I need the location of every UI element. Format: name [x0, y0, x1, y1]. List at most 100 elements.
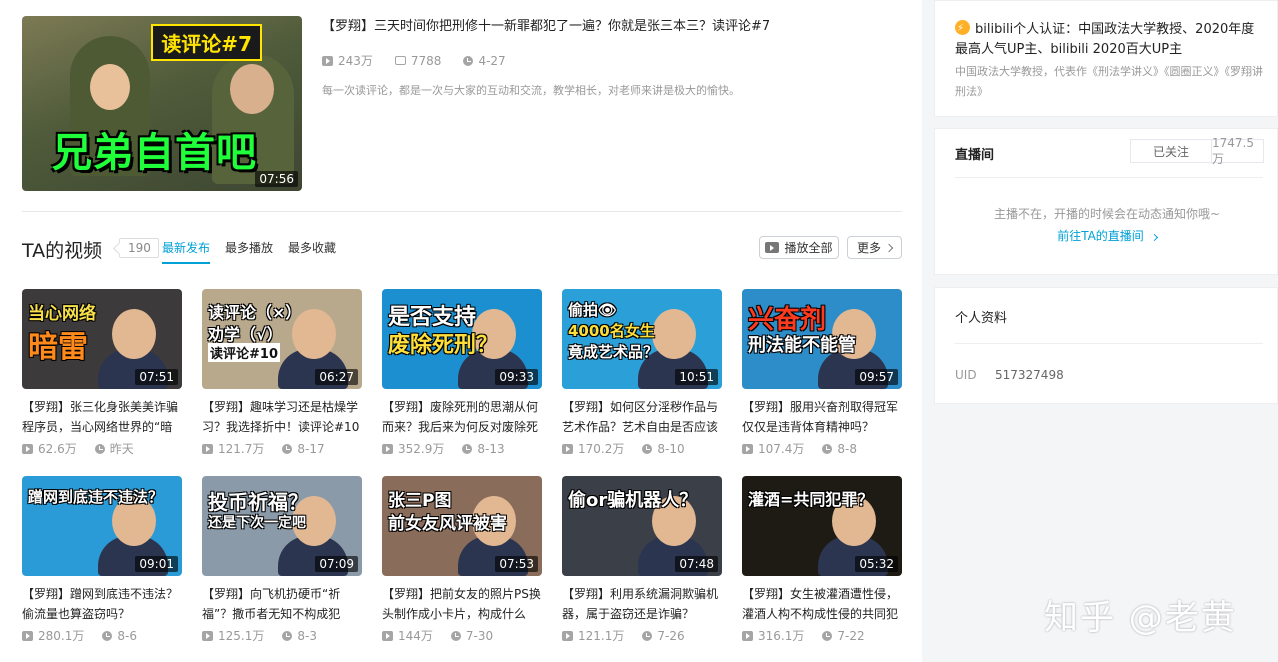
- videos-section-title: TA的视频: [22, 240, 103, 262]
- video-thumbnail[interactable]: 投币祈福？ 还是下次一定吧 07:09: [202, 476, 362, 576]
- video-title[interactable]: 【罗翔】如何区分淫秽作品与艺术作品？艺术自由是否应该有边界？: [562, 397, 722, 437]
- thumbnail-text: 刑法能不能管: [748, 335, 856, 356]
- live-room-title: 直播间: [955, 148, 995, 163]
- divider: [955, 177, 1263, 178]
- video-thumbnail[interactable]: 兴奋剂 刑法能不能管 09:57: [742, 289, 902, 389]
- thumbnail-text: 4000名女生: [568, 322, 655, 340]
- chevron-right-icon: [1150, 233, 1158, 242]
- video-title[interactable]: 【罗翔】蹭网到底违不违法？偷流量也算盗窃吗？: [22, 584, 182, 624]
- video-title[interactable]: 【罗翔】利用系统漏洞欺骗机器，属于盗窃还是诈骗？: [562, 584, 722, 624]
- video-card[interactable]: 偷or骗机器人？ 07:48 【罗翔】利用系统漏洞欺骗机器，属于盗窃还是诈骗？ 121…: [562, 476, 722, 644]
- play-all-button[interactable]: 播放全部: [759, 236, 839, 259]
- video-plays: 170.2万: [578, 442, 625, 456]
- play-count-icon: [22, 630, 33, 641]
- more-button[interactable]: 更多: [847, 236, 902, 259]
- video-date: 8-17: [297, 441, 325, 456]
- video-card[interactable]: 读评论（×） 劝学（√） 读评论#10 06:27 【罗翔】趣味学习还是枯燥学习？我选择…: [202, 289, 362, 457]
- video-title[interactable]: 【罗翔】把前女友的照片PS换头制作成小卡片，构成什么罪？: [382, 584, 542, 624]
- video-duration: 09:01: [135, 556, 178, 572]
- video-thumbnail[interactable]: 是否支持 废除死刑？ 09:33: [382, 289, 542, 389]
- video-date: 昨天: [109, 442, 134, 456]
- go-to-live-room-link[interactable]: 前往TA的直播间: [935, 227, 1278, 244]
- clock-icon: [642, 630, 653, 641]
- clock-icon: [822, 630, 833, 641]
- video-stats: 144万 7-30: [382, 627, 542, 644]
- clock-icon: [94, 443, 105, 454]
- live-offline-message: 主播不在，开播的时候会在动态通知你哦~: [993, 207, 1221, 221]
- video-stats: 121.7万 8-17: [202, 440, 362, 457]
- video-date: 8-6: [117, 628, 137, 643]
- video-plays: 280.1万: [38, 629, 85, 643]
- verified-badge-icon: [955, 19, 970, 39]
- profile-card: 个人资料 UID 517327498: [934, 287, 1278, 404]
- live-room-card: 直播间 已关注 1747.5万 主播不在，开播的时候会在动态通知你哦~ 前往TA…: [934, 128, 1278, 275]
- video-title[interactable]: 【罗翔】女生被灌酒遭性侵，灌酒人构不构成性侵的共同犯罪？: [742, 584, 902, 624]
- featured-duration: 07:56: [255, 171, 298, 187]
- featured-date: 4-27: [478, 53, 506, 68]
- thumbnail-text: 读评论（×）: [208, 303, 302, 322]
- video-card[interactable]: 偷拍👁 4000名女生 竟成艺术品？ 10:51 【罗翔】如何区分淫秽作品与艺术作品？艺…: [562, 289, 722, 457]
- video-plays: 144万: [398, 629, 433, 643]
- video-duration: 09:33: [495, 369, 538, 385]
- thumbnail-text: 张三P图: [388, 491, 452, 511]
- play-count-icon: [22, 443, 33, 454]
- video-duration: 07:53: [495, 556, 538, 572]
- video-date: 8-3: [297, 628, 317, 643]
- video-thumbnail[interactable]: 当心网络 暗雷 07:51: [22, 289, 182, 389]
- video-title[interactable]: 【罗翔】服用兴奋剂取得冠军仅仅是违背体育精神吗？: [742, 397, 902, 437]
- tab-most-played[interactable]: 最多播放: [225, 239, 273, 264]
- tab-most-favorited[interactable]: 最多收藏: [288, 239, 336, 264]
- video-stats: 121.1万 7-26: [562, 627, 722, 644]
- play-count-icon: [382, 443, 393, 454]
- featured-title[interactable]: 【罗翔】三天时间你把刑修十一新罪都犯了一遍？你就是张三本三？读评论#7: [322, 15, 770, 34]
- uid-label: UID: [955, 368, 977, 382]
- video-thumbnail[interactable]: 蹭网到底违不违法？ 09:01: [22, 476, 182, 576]
- cover-text: 兄弟自首吧: [52, 130, 257, 176]
- video-stats: 280.1万 8-6: [22, 627, 182, 644]
- video-thumbnail[interactable]: 读评论（×） 劝学（√） 读评论#10 06:27: [202, 289, 362, 389]
- video-stats: 352.9万 8-13: [382, 440, 542, 457]
- certification-text: bilibili个人认证：中国政法大学教授、2020年度最高人气UP主、bili…: [955, 19, 1265, 60]
- video-card[interactable]: 蹭网到底违不违法？ 09:01 【罗翔】蹭网到底违不违法？偷流量也算盗窃吗？ 280.…: [22, 476, 182, 644]
- play-count-icon: [562, 630, 573, 641]
- video-plays: 62.6万: [38, 442, 77, 456]
- video-title[interactable]: 【罗翔】张三化身张美美诈骗程序员，当心网络世界的“暗雷”: [22, 397, 182, 437]
- video-plays: 121.7万: [218, 442, 265, 456]
- tab-latest[interactable]: 最新发布: [162, 239, 211, 264]
- clock-icon: [282, 630, 293, 641]
- play-count-icon: [742, 630, 753, 641]
- video-duration: 07:09: [315, 556, 358, 572]
- video-plays: 352.9万: [398, 442, 445, 456]
- video-card[interactable]: 当心网络暗雷 07:51 【罗翔】张三化身张美美诈骗程序员，当心网络世界的“暗雷” 6…: [22, 289, 182, 457]
- clock-icon: [450, 630, 461, 641]
- video-title[interactable]: 【罗翔】向飞机扔硬币“祈福”？撒币者无知不构成犯罪？: [202, 584, 362, 624]
- play-count-icon: [202, 443, 213, 454]
- video-stats: 125.1万 8-3: [202, 627, 362, 644]
- uid-value: 517327498: [995, 368, 1064, 382]
- thumbnail-text: 偷or骗机器人？: [568, 490, 698, 511]
- video-card[interactable]: 灌酒=共同犯罪？ 05:32 【罗翔】女生被灌酒遭性侵，灌酒人构不构成性侵的共同犯罪…: [742, 476, 902, 644]
- videos-count-badge: 190: [119, 238, 159, 258]
- video-card[interactable]: 兴奋剂 刑法能不能管 09:57 【罗翔】服用兴奋剂取得冠军仅仅是违背体育精神吗？ 10…: [742, 289, 902, 457]
- video-card[interactable]: 是否支持 废除死刑？ 09:33 【罗翔】废除死刑的思潮从何而来？我后来为何反对废除死…: [382, 289, 542, 457]
- profile-title: 个人资料: [955, 311, 1008, 326]
- thumbnail-text: 当心网络: [28, 304, 96, 324]
- follow-button[interactable]: 已关注: [1130, 139, 1212, 163]
- video-title[interactable]: 【罗翔】废除死刑的思潮从何而来？我后来为何反对废除死刑？: [382, 397, 542, 437]
- video-card[interactable]: 投币祈福？ 还是下次一定吧 07:09 【罗翔】向飞机扔硬币“祈福”？撒币者无知不构成…: [202, 476, 362, 644]
- fans-count: 1747.5万: [1212, 136, 1264, 166]
- play-icon: [765, 242, 780, 253]
- video-title[interactable]: 【罗翔】趣味学习还是枯燥学习？我选择折中！读评论#10: [202, 397, 362, 437]
- featured-cover[interactable]: 读评论#7 兄弟自首吧 07:56: [22, 16, 302, 191]
- video-thumbnail[interactable]: 灌酒=共同犯罪？ 05:32: [742, 476, 902, 576]
- video-thumbnail[interactable]: 张三P图 前女友风评被害 07:53: [382, 476, 542, 576]
- video-date: 7-30: [465, 628, 494, 643]
- video-card[interactable]: 张三P图 前女友风评被害 07:53 【罗翔】把前女友的照片PS换头制作成小卡片，构成…: [382, 476, 542, 644]
- video-thumbnail[interactable]: 偷or骗机器人？ 07:48: [562, 476, 722, 576]
- video-date: 8-10: [657, 441, 685, 456]
- video-plays: 121.1万: [578, 629, 625, 643]
- videos-tabs: 最新发布 最多播放 最多收藏: [162, 239, 336, 264]
- video-thumbnail[interactable]: 偷拍👁 4000名女生 竟成艺术品？ 10:51: [562, 289, 722, 389]
- featured-stats: 243万 7788 4-27: [322, 52, 528, 69]
- main-panel: 读评论#7 兄弟自首吧 07:56 【罗翔】三天时间你把刑修十一新罪都犯了一遍？…: [0, 0, 922, 662]
